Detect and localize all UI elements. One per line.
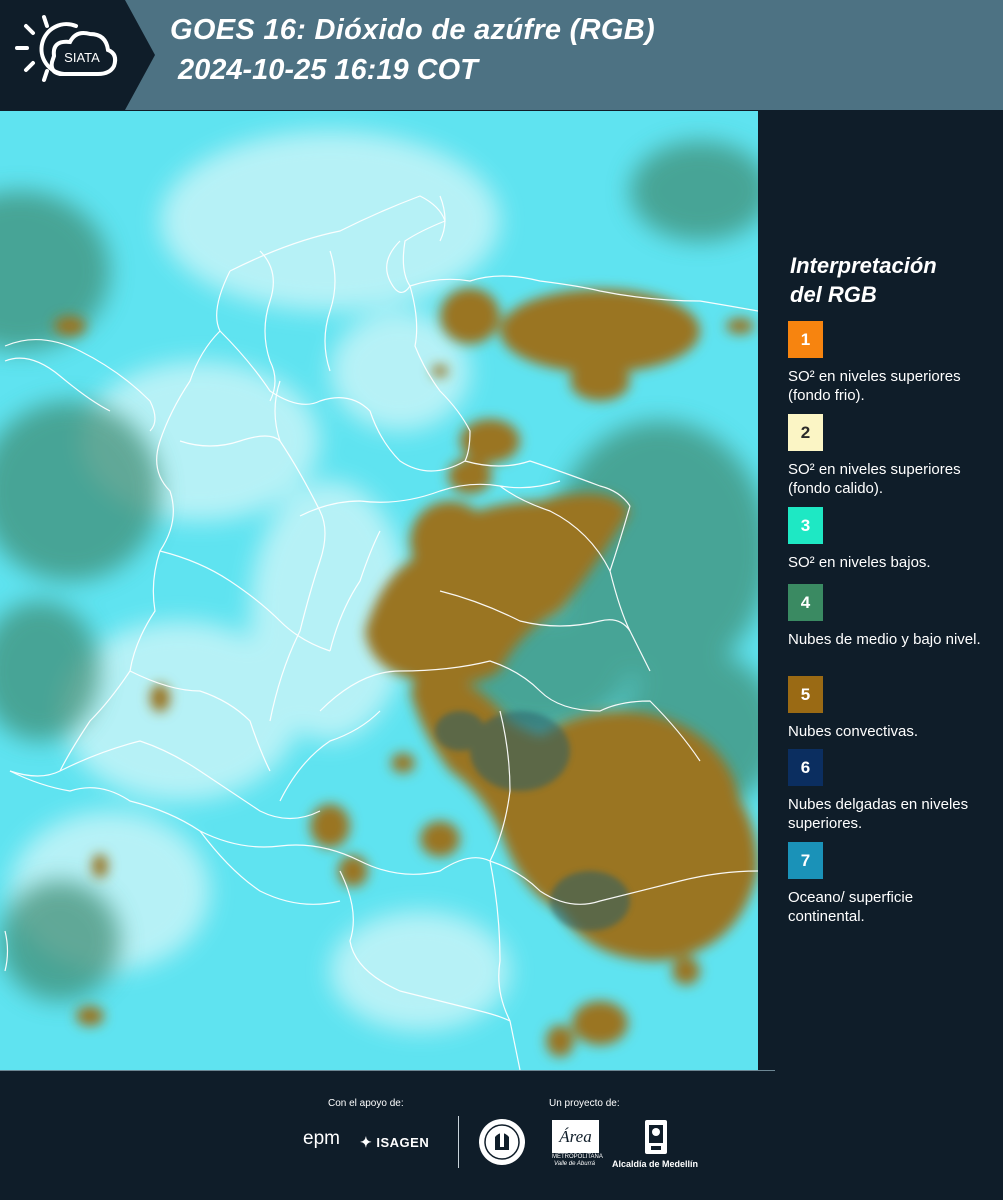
- satellite-map-canvas: [0, 111, 758, 1070]
- support-label: Con el apoyo de:: [328, 1098, 404, 1109]
- siata-logo-icon[interactable]: SIATA: [14, 12, 124, 92]
- logo-arrow-shape: [125, 0, 155, 110]
- legend-title: Interpretación del RGB: [790, 251, 990, 309]
- legend-swatch-1: 1: [788, 321, 823, 358]
- legend-swatch-2: 2: [788, 414, 823, 451]
- alcaldia-shield-icon: [645, 1120, 667, 1154]
- legend-text-2: SO² en niveles superiores (fondo calido)…: [788, 461, 961, 497]
- legend-swatch-6: 6: [788, 749, 823, 786]
- logo-block: SIATA: [0, 0, 125, 110]
- legend-swatch-4: 4: [788, 584, 823, 621]
- page-timestamp: 2024-10-25 16:19 COT: [178, 54, 478, 86]
- legend-number-2: 2: [800, 422, 811, 442]
- satellite-map[interactable]: [0, 111, 758, 1070]
- legend-swatch-3: 3: [788, 507, 823, 544]
- area-metropolitana-logo[interactable]: Área METROPOLITANA Valle de Aburrá: [552, 1120, 603, 1168]
- legend-item-1: 1 SO² en niveles superiores (fondo frio)…: [788, 321, 988, 405]
- legend-item-7: 7 Oceano/ superficie continental.: [788, 842, 988, 926]
- legend-title-line1: Interpretación: [790, 253, 937, 278]
- legend-item-4: 4 Nubes de medio y bajo nivel.: [788, 584, 988, 649]
- legend-number-3: 3: [800, 515, 811, 535]
- area-logo-sub1: METROPOLITANA: [552, 1154, 603, 1160]
- alcaldia-logo-text[interactable]: Alcaldía de Medellín: [612, 1159, 698, 1169]
- legend-item-3: 3 SO² en niveles bajos.: [788, 507, 988, 572]
- legend-item-5: 5 Nubes convectivas.: [788, 676, 988, 741]
- epm-logo[interactable]: epm: [303, 1128, 340, 1150]
- legend-text-7: Oceano/ superficie continental.: [788, 889, 914, 925]
- page-title: GOES 16: Dióxido de azúfre (RGB): [170, 14, 655, 46]
- legend-number-6: 6: [800, 757, 811, 777]
- legend-text-4: Nubes de medio y bajo nivel.: [788, 631, 981, 648]
- seal-icon[interactable]: [477, 1117, 527, 1167]
- area-logo-text: Área: [552, 1120, 599, 1153]
- legend-number-1: 1: [800, 329, 811, 349]
- legend-text-3: SO² en niveles bajos.: [788, 554, 931, 571]
- isagen-logo[interactable]: ✦ ISAGEN: [360, 1134, 429, 1151]
- header-bar: SIATA GOES 16: Dióxido de azúfre (RGB) 2…: [0, 0, 1003, 110]
- legend-number-7: 7: [800, 850, 811, 870]
- area-logo-sub2: Valle de Aburrá: [554, 1161, 595, 1167]
- legend-text-5: Nubes convectivas.: [788, 723, 919, 740]
- legend-number-5: 5: [800, 684, 811, 704]
- legend-title-line2: del RGB: [790, 282, 877, 307]
- legend-text-6: Nubes delgadas en niveles superiores.: [788, 796, 969, 832]
- legend-swatch-5: 5: [788, 676, 823, 713]
- legend-item-2: 2 SO² en niveles superiores (fondo calid…: [788, 414, 988, 498]
- rgb-legend: Interpretación del RGB 1 SO² en niveles …: [758, 111, 1003, 1070]
- footer: Con el apoyo de: Un proyecto de: epm ✦ I…: [0, 1070, 1003, 1200]
- footer-divider-line: [0, 1070, 775, 1071]
- isagen-logo-text: ISAGEN: [376, 1135, 430, 1150]
- epm-logo-text: epm: [303, 1128, 340, 1149]
- legend-number-4: 4: [800, 592, 811, 612]
- isagen-star-icon: ✦: [360, 1134, 373, 1150]
- project-label: Un proyecto de:: [549, 1098, 620, 1109]
- logo-text: SIATA: [64, 50, 100, 65]
- legend-swatch-7: 7: [788, 842, 823, 879]
- footer-separator: [458, 1116, 459, 1168]
- legend-item-6: 6 Nubes delgadas en niveles superiores.: [788, 749, 988, 833]
- legend-text-1: SO² en niveles superiores (fondo frio).: [788, 368, 961, 404]
